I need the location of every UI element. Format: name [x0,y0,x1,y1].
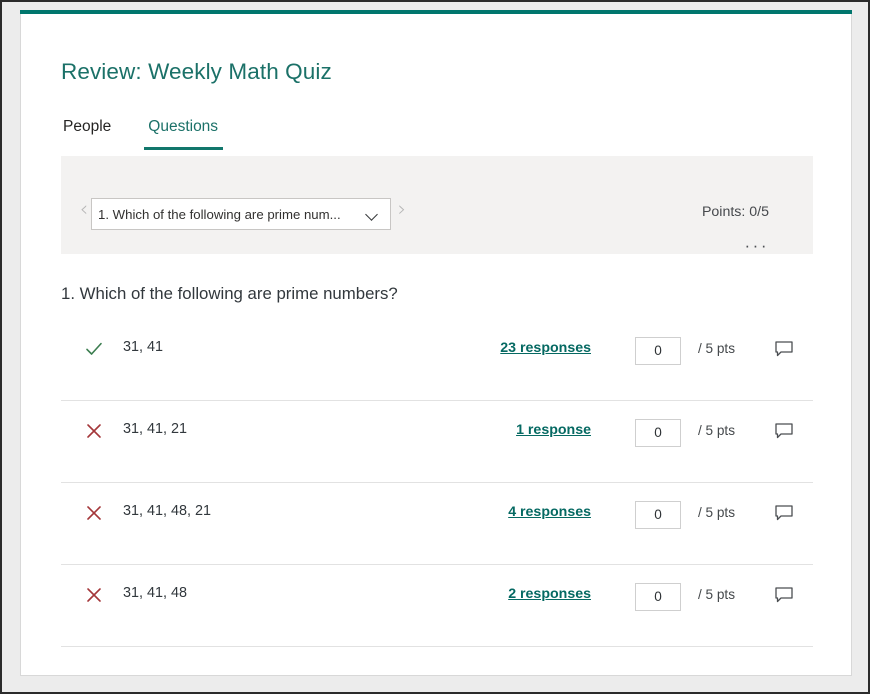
score-input[interactable]: 0 [635,419,681,447]
points-suffix: / 5 pts [697,341,735,356]
answer-row: 31, 41, 21 1 response 0 / 5 pts [61,401,813,483]
points-suffix: / 5 pts [697,587,735,602]
comment-icon[interactable] [773,420,795,442]
tab-bar: People Questions [61,118,223,150]
check-icon [83,338,105,360]
score-input[interactable]: 0 [635,583,681,611]
responses-link[interactable]: 2 responses [508,586,591,602]
question-nav-panel: ‹ › 1. Which of the following are prime … [61,156,813,254]
tab-people[interactable]: People [61,118,113,150]
score-input[interactable]: 0 [635,337,681,365]
answer-label: 31, 41 [123,339,164,355]
responses-link[interactable]: 4 responses [508,504,591,520]
score-input[interactable]: 0 [635,501,681,529]
points-suffix: / 5 pts [697,423,735,438]
chevron-down-icon [364,206,380,222]
x-icon [83,584,105,606]
comment-icon[interactable] [773,584,795,606]
answer-row: 31, 41, 48, 21 4 responses 0 / 5 pts [61,483,813,565]
responses-link[interactable]: 1 response [516,422,591,438]
x-icon [83,420,105,442]
answer-label: 31, 41, 48 [123,585,188,601]
comment-icon[interactable] [773,502,795,524]
points-suffix: / 5 pts [697,505,735,520]
responses-link[interactable]: 23 responses [500,340,591,356]
question-heading: 1. Which of the following are prime numb… [61,284,398,303]
answer-label: 31, 41, 48, 21 [123,503,212,519]
tab-questions[interactable]: Questions [144,118,223,150]
review-page-card: Review: Weekly Math Quiz People Question… [20,14,852,676]
page-title: Review: Weekly Math Quiz [61,59,332,84]
comment-icon[interactable] [773,338,795,360]
app-window: Review: Weekly Math Quiz People Question… [0,0,870,694]
points-summary: Points: 0/5 [701,204,769,220]
question-select-value: 1. Which of the following are prime num.… [98,206,341,222]
more-options-button[interactable]: ··· [745,237,769,254]
x-icon [83,502,105,524]
answer-row: 31, 41, 48 2 responses 0 / 5 pts [61,565,813,647]
answer-row: 31, 41 23 responses 0 / 5 pts [61,319,813,401]
answer-list: 31, 41 23 responses 0 / 5 pts 31, 41, 21 [61,319,813,647]
question-select-dropdown[interactable]: 1. Which of the following are prime num.… [91,198,391,230]
next-question-arrow[interactable]: › [393,196,411,222]
answer-label: 31, 41, 21 [123,421,188,437]
